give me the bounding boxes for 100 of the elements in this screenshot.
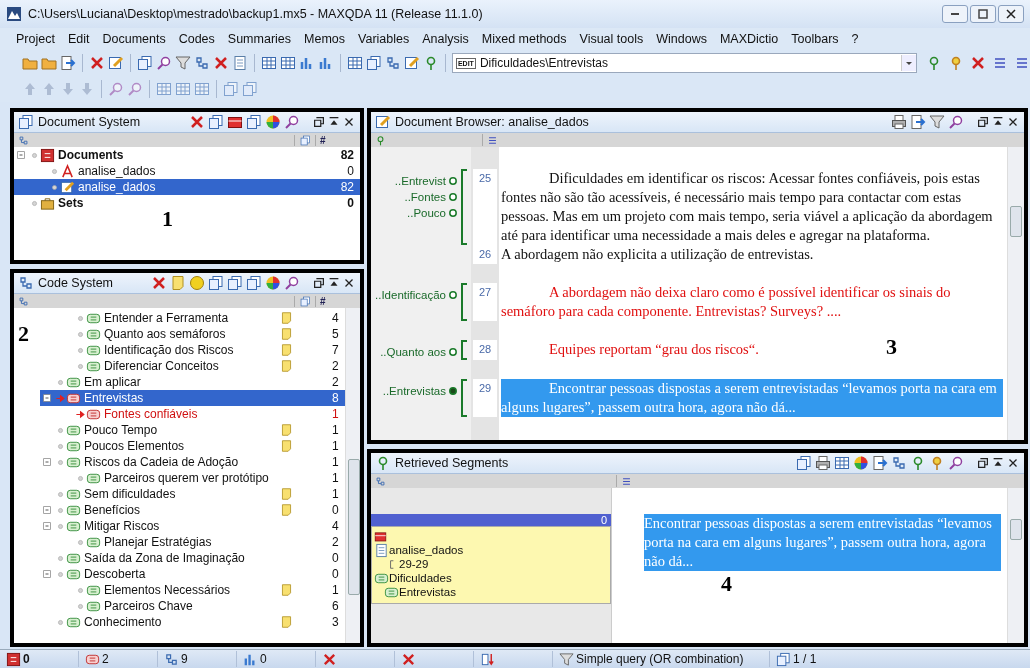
restore-icon[interactable]	[976, 115, 990, 129]
collapse-icon[interactable]	[41, 568, 53, 580]
code-node-icon[interactable]	[375, 134, 386, 146]
close-button[interactable]	[998, 5, 1024, 23]
scroll-thumb[interactable]	[1010, 519, 1022, 540]
tree-icon[interactable]	[891, 455, 907, 471]
scrollbar[interactable]	[1007, 147, 1024, 440]
tree-icon[interactable]	[384, 55, 401, 71]
printer-icon[interactable]	[891, 114, 907, 130]
tree-icon[interactable]	[18, 134, 29, 146]
menu-item[interactable]: Analysis	[422, 32, 469, 46]
cross-icon[interactable]	[322, 651, 337, 667]
code-label[interactable]: ..Entrevist	[394, 175, 446, 187]
tree-icon[interactable]	[18, 295, 29, 307]
edit-icon[interactable]	[403, 55, 420, 71]
collapse-icon[interactable]	[41, 504, 53, 516]
tree-item[interactable]: Diferenciar Conceitos 2	[40, 358, 345, 374]
tree-icon[interactable]	[193, 55, 210, 71]
tree-item[interactable]: Em aplicar 2	[40, 374, 345, 390]
code-marker-icon[interactable]	[448, 290, 458, 300]
tree-item[interactable]: Pouco Tempo 1	[40, 422, 345, 438]
window-icon[interactable]	[365, 55, 382, 71]
tree-item[interactable]: Planejar Estratégias 2	[40, 534, 345, 550]
window-icon[interactable]	[223, 81, 239, 97]
memo-icon[interactable]	[280, 423, 294, 437]
maximize-button[interactable]	[970, 5, 996, 23]
filter-icon[interactable]	[929, 114, 945, 130]
memo-icon[interactable]	[280, 503, 294, 517]
memo-icon[interactable]	[280, 615, 294, 629]
filter-icon[interactable]	[559, 651, 574, 667]
search-icon[interactable]	[284, 114, 300, 130]
folder-icon[interactable]	[41, 55, 57, 71]
tree-item[interactable]: 29-29	[399, 558, 429, 571]
coding-stripe[interactable]	[461, 379, 467, 417]
menu-item[interactable]: Edit	[67, 32, 90, 46]
list-icon[interactable]	[1014, 55, 1030, 71]
minimize-button[interactable]	[942, 5, 968, 23]
tree-item[interactable]: Quanto aos semáforos 5	[40, 326, 345, 342]
scrollbar[interactable]	[344, 308, 360, 643]
cross-icon[interactable]	[401, 651, 416, 667]
memo-icon[interactable]	[280, 327, 294, 341]
export-icon[interactable]	[872, 455, 888, 471]
menu-item[interactable]: ?	[851, 32, 859, 46]
tree-item[interactable]: Conhecimento 3	[40, 614, 345, 630]
coding-stripe[interactable]	[461, 283, 467, 321]
memo-icon[interactable]	[280, 343, 294, 357]
menu-item[interactable]: Documents	[102, 32, 166, 46]
code-marker-icon[interactable]	[448, 386, 458, 396]
table-icon[interactable]	[194, 81, 210, 97]
window-icon[interactable]	[246, 114, 262, 130]
memo-icon[interactable]	[280, 487, 294, 501]
tree-item[interactable]: Documents 82	[14, 147, 360, 163]
tree-item[interactable]: Sem dificuldades 1	[40, 486, 345, 502]
table-icon[interactable]	[346, 55, 363, 71]
window-icon[interactable]	[299, 134, 311, 146]
window-icon[interactable]	[299, 295, 311, 307]
menu-item[interactable]: Project	[16, 32, 55, 46]
tree-item[interactable]: Entender a Ferramenta 4	[40, 310, 345, 326]
tree-item[interactable]: Descoberta 0	[40, 566, 345, 582]
code-marker-icon[interactable]	[448, 176, 458, 186]
window-icon[interactable]	[776, 651, 791, 667]
memo-icon[interactable]	[280, 583, 294, 597]
search-icon[interactable]	[108, 81, 124, 97]
dropdown-button[interactable]	[901, 55, 916, 71]
printer-icon[interactable]	[815, 455, 831, 471]
search-icon[interactable]	[284, 275, 300, 291]
tree-icon[interactable]	[164, 651, 179, 667]
document-icon[interactable]	[231, 55, 248, 71]
filter-icon[interactable]	[174, 55, 191, 71]
coding-stripe[interactable]	[461, 340, 467, 360]
code-marker-icon[interactable]	[448, 347, 458, 357]
cross-icon[interactable]	[970, 55, 986, 71]
scroll-thumb[interactable]	[1010, 205, 1022, 237]
menu-item[interactable]: Memos	[304, 32, 346, 46]
code-label[interactable]: ..Quanto aos	[380, 346, 446, 358]
scrollbar[interactable]	[1007, 488, 1024, 643]
color-wheel-icon[interactable]	[265, 114, 281, 130]
memo-icon[interactable]	[280, 311, 294, 325]
code-marker-icon[interactable]	[448, 208, 458, 218]
list-icon[interactable]	[621, 475, 632, 487]
table-icon[interactable]	[260, 55, 277, 71]
tree-item[interactable]: analise_dados 0	[14, 163, 360, 179]
list-icon[interactable]	[487, 134, 498, 146]
export-icon[interactable]	[910, 114, 926, 130]
cross-icon[interactable]	[151, 275, 167, 291]
tree-item[interactable]: Benefícios 0	[40, 502, 345, 518]
code-label[interactable]: ..Identificação	[375, 289, 446, 301]
tree-item[interactable]: Entrevistas 8	[40, 390, 345, 406]
color-wheel-icon[interactable]	[853, 455, 869, 471]
menu-item[interactable]: Variables	[358, 32, 410, 46]
restore-icon[interactable]	[312, 115, 326, 129]
search-icon[interactable]	[948, 455, 964, 471]
column-label[interactable]: #	[315, 134, 356, 146]
tree-item[interactable]: Saída da Zona de Imaginação 0	[40, 550, 345, 566]
result-header[interactable]: 0	[371, 514, 611, 526]
window-icon[interactable]	[136, 55, 153, 71]
documents-icon[interactable]	[6, 651, 21, 667]
menu-item[interactable]: MAXDictio	[719, 32, 779, 46]
window-icon[interactable]	[796, 455, 812, 471]
search-icon[interactable]	[127, 81, 143, 97]
